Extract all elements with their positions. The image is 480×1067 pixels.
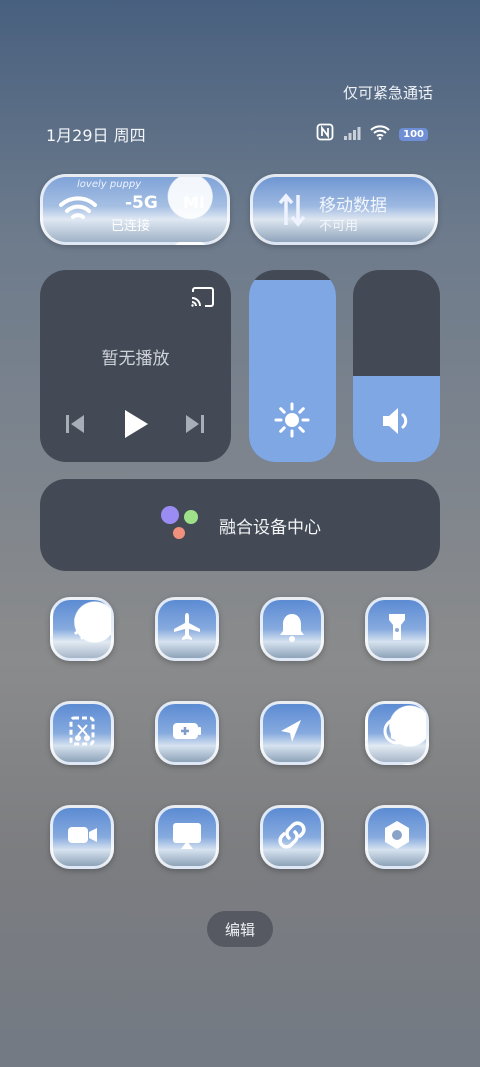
emergency-calls-text: 仅可紧急通话	[342, 84, 433, 102]
battery-saver-icon	[170, 714, 204, 752]
signal-icon	[343, 125, 361, 144]
wifi-status-icon	[370, 124, 390, 144]
edit-button[interactable]: 编辑	[207, 911, 273, 947]
location-icon	[275, 714, 309, 752]
toggle-rotation-lock[interactable]	[365, 701, 429, 765]
device-center-icon	[159, 505, 201, 545]
settings-icon	[380, 818, 414, 856]
toggle-bell[interactable]	[260, 597, 324, 661]
status-icons: 100	[316, 123, 428, 145]
tile-decor-text: lovely puppy	[77, 179, 142, 190]
mobile-data-title: 移动数据	[319, 196, 387, 216]
nfc-icon	[316, 123, 334, 145]
cast-screen-icon	[170, 818, 204, 856]
previous-track-icon[interactable]	[64, 414, 86, 438]
screenshot-icon	[65, 714, 99, 752]
toggle-battery-saver[interactable]	[155, 701, 219, 765]
wifi-ssid: -5G	[125, 193, 158, 213]
play-icon[interactable]	[122, 408, 150, 444]
flashlight-icon	[380, 610, 414, 648]
wifi-brand: MI	[183, 193, 205, 212]
device-center-label: 融合设备中心	[219, 517, 321, 538]
link-icon	[275, 818, 309, 856]
airplane-icon	[170, 610, 204, 648]
battery-indicator: 100	[399, 127, 428, 141]
toggle-screenshot[interactable]	[50, 701, 114, 765]
mobile-data-status: 不可用	[319, 219, 359, 234]
rotation-lock-icon	[380, 714, 414, 752]
toggle-flashlight[interactable]	[365, 597, 429, 661]
volume-icon	[381, 406, 413, 440]
bluetooth-icon	[65, 610, 99, 648]
next-track-icon[interactable]	[184, 414, 206, 438]
wifi-tile[interactable]: lovely puppy -5G MI 已连接	[40, 174, 230, 245]
screen-record-icon	[65, 818, 99, 856]
data-arrows-icon	[277, 193, 307, 231]
toggle-grid	[50, 597, 430, 869]
bell-icon	[275, 610, 309, 648]
brightness-slider[interactable]	[249, 270, 336, 462]
mobile-data-tile[interactable]: 移动数据 不可用	[250, 174, 438, 245]
toggle-screen-record[interactable]	[50, 805, 114, 869]
toggle-link[interactable]	[260, 805, 324, 869]
wifi-status-text: 已连接	[111, 219, 151, 234]
wifi-icon	[59, 195, 97, 227]
device-center-button[interactable]: 融合设备中心	[40, 479, 440, 571]
toggle-bluetooth[interactable]	[50, 597, 114, 661]
date-text: 1月29日 周四	[46, 126, 146, 145]
brightness-icon	[274, 402, 310, 442]
media-panel: 暂无播放	[40, 270, 231, 462]
toggle-cast-screen[interactable]	[155, 805, 219, 869]
toggle-location[interactable]	[260, 701, 324, 765]
toggle-settings[interactable]	[365, 805, 429, 869]
no-media-text: 暂无播放	[101, 349, 170, 369]
volume-slider[interactable]	[353, 270, 440, 462]
cast-icon[interactable]	[190, 286, 216, 312]
toggle-airplane[interactable]	[155, 597, 219, 661]
